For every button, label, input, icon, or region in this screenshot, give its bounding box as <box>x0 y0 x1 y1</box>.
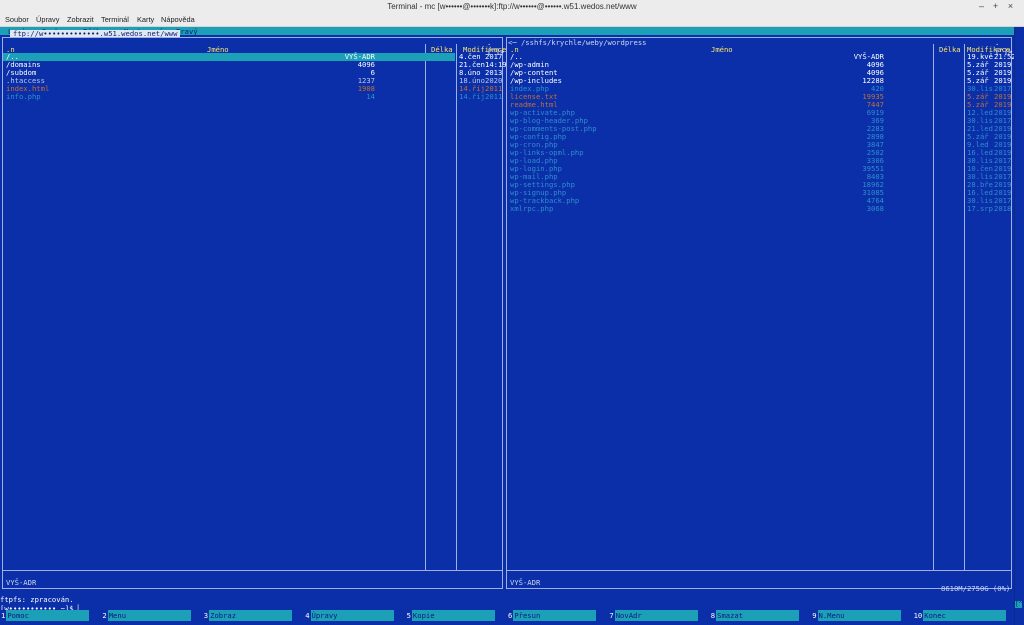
file-row[interactable]: readme.html 7447 5.zář 2019 <box>507 101 1011 109</box>
file-row[interactable]: xmlrpc.php 3068 17.srp 2018 <box>507 204 1011 213</box>
fkey-label: Zobraz <box>209 610 293 621</box>
file-row[interactable]: /domains 4096 21.čen 14:19 <box>3 61 507 69</box>
file-row[interactable]: /.. VYŠ-ADR 19.kvě 21:52 <box>507 53 1016 61</box>
file-time: 2011 <box>485 92 503 101</box>
menu-zobrazit[interactable]: Zobrazit <box>67 15 94 24</box>
menu-terminal[interactable]: Terminál <box>101 15 129 24</box>
file-row[interactable]: wp-load.php 3306 30.lis 2017 <box>507 157 1011 165</box>
window-titlebar: Terminal - mc [w••••••@•••••••k]:ftp://w… <box>0 0 1024 15</box>
mc-menubar: Levý Soubor Příkaz Nastavení Pravý ftp:/… <box>0 27 1014 38</box>
fkey-smazat-button[interactable]: 8 Smazat <box>709 610 800 621</box>
fkey-nmenu-button[interactable]: 9 N.Menu <box>811 610 901 621</box>
left-panel-footer: VYŠ-ADR <box>6 578 37 587</box>
menu-soubor[interactable]: Soubor <box>5 15 29 24</box>
function-key-bar: 1 Pomoc 2 Menu 3 Zobraz 4 Úpravy 5 Kopie 6 Přesun 7 N… <box>0 610 1014 621</box>
right-panel[interactable]: <─ /sshfs/krychle/weby/wordpress .[^]> .… <box>506 37 1016 593</box>
col-divider <box>425 44 426 570</box>
maximize-icon[interactable]: + <box>990 1 1001 12</box>
panel-separator <box>507 570 1011 571</box>
file-row[interactable]: wp-settings.php 18962 28.bře 2019 <box>507 181 1011 189</box>
scroll-indicator: [^] <box>1015 601 1024 608</box>
fkey-label: N.Menu <box>817 610 901 621</box>
fkey-label: NovAdr <box>614 610 698 621</box>
fkey-label: Přesun <box>513 610 597 621</box>
menu-upravy[interactable]: Úpravy <box>36 15 59 24</box>
col-divider <box>456 44 457 570</box>
file-row[interactable]: info.php 14 14.říj 2011 <box>3 92 502 101</box>
menu-napoveda[interactable]: Nápověda <box>161 15 195 24</box>
right-panel-path: <─ /sshfs/krychle/weby/wordpress <box>508 38 647 47</box>
window-title: Terminal - mc [w••••••@•••••••k]:ftp://w… <box>387 2 637 11</box>
terminal-area[interactable]: Levý Soubor Příkaz Nastavení Pravý ftp:/… <box>0 27 1016 625</box>
fkey-novadr-button[interactable]: 7 NovAdr <box>608 610 698 621</box>
file-row[interactable]: wp-config.php 2898 5.zář 2019 <box>507 133 1011 141</box>
minimize-icon[interactable]: – <box>976 1 987 12</box>
status-message: ftpfs: zpracován. <box>0 595 74 604</box>
col-divider <box>964 44 965 570</box>
fkey-kopie-button[interactable]: 5 Kopie <box>405 610 495 621</box>
file-row[interactable]: wp-mail.php 8403 30.lis 2017 <box>507 173 1011 181</box>
terminal-scrollbar[interactable]: [^] <box>1014 27 1024 625</box>
file-row[interactable]: /wp-content 4096 5.zář 2019 <box>507 69 1011 77</box>
file-date: 17.srp <box>967 204 993 213</box>
left-panel[interactable]: .[^]> .n Jméno Délka Modifikace /.. VYŠ-A… <box>2 37 507 589</box>
close-icon[interactable]: × <box>1005 1 1016 12</box>
fkey-label: Kopie <box>411 610 495 621</box>
file-row[interactable]: /wp-admin 4096 5.zář 2019 <box>507 61 1011 69</box>
file-row[interactable]: .htaccess 1237 18.úno 2020 <box>3 77 502 85</box>
fkey-label: Smazat <box>716 610 800 621</box>
panel-separator <box>3 570 502 571</box>
file-row[interactable]: license.txt 19935 5.zář 2019 <box>507 93 1011 101</box>
fkey-label: Menu <box>107 610 191 621</box>
fkey-number: 10 <box>912 610 924 621</box>
fkey-pesun-button[interactable]: 6 Přesun <box>507 610 597 621</box>
fkey-menu-button[interactable]: 2 Menu <box>101 610 191 621</box>
file-row[interactable]: /wp-includes 12288 5.zář 2019 <box>507 77 1011 85</box>
right-panel-footer: VYŠ-ADR <box>510 578 541 587</box>
file-row[interactable]: index.html 1908 14.říj 2011 <box>3 85 502 93</box>
file-name: xmlrpc.php <box>510 204 554 213</box>
fkey-label: Pomoc <box>6 610 90 621</box>
fkey-label: Konec <box>923 610 1007 621</box>
menu-karty[interactable]: Karty <box>137 15 154 24</box>
file-size: 3068 <box>866 204 884 213</box>
file-size: 14 <box>366 92 375 101</box>
disk-usage: 8610M/2750G (0%) <box>941 584 1011 593</box>
fkey-pravy-button[interactable]: 4 Úpravy <box>304 610 394 621</box>
file-time: 2018 <box>994 204 1012 213</box>
file-date: 14.říj <box>459 92 485 101</box>
file-name: info.php <box>6 92 41 101</box>
file-row[interactable]: wp-links-opml.php 2502 16.led 2019 <box>507 149 1011 157</box>
file-row[interactable]: wp-trackback.php 4764 30.lis 2017 <box>507 197 1011 205</box>
fkey-zobraz-button[interactable]: 3 Zobraz <box>202 610 293 621</box>
fkey-konec-button[interactable]: 10 Konec <box>912 610 1007 621</box>
file-row[interactable]: wp-login.php 39551 10.čen 2019 <box>507 165 1011 173</box>
file-row[interactable]: index.php 420 30.lis 2017 <box>507 85 1011 93</box>
file-row[interactable]: /subdom 6 8.úno 2013 <box>3 69 502 77</box>
terminal-menubar: Soubor Úpravy Zobrazit Terminál Karty Ná… <box>0 14 1024 27</box>
file-row[interactable]: /.. VYŠ-ADR 4.čen 2017 <box>3 53 502 61</box>
fkey-pomoc-button[interactable]: 1 Pomoc <box>0 610 90 621</box>
file-row[interactable]: wp-comments-post.php 2283 21.led 2019 <box>507 125 1011 133</box>
fkey-label: Úpravy <box>310 610 394 621</box>
